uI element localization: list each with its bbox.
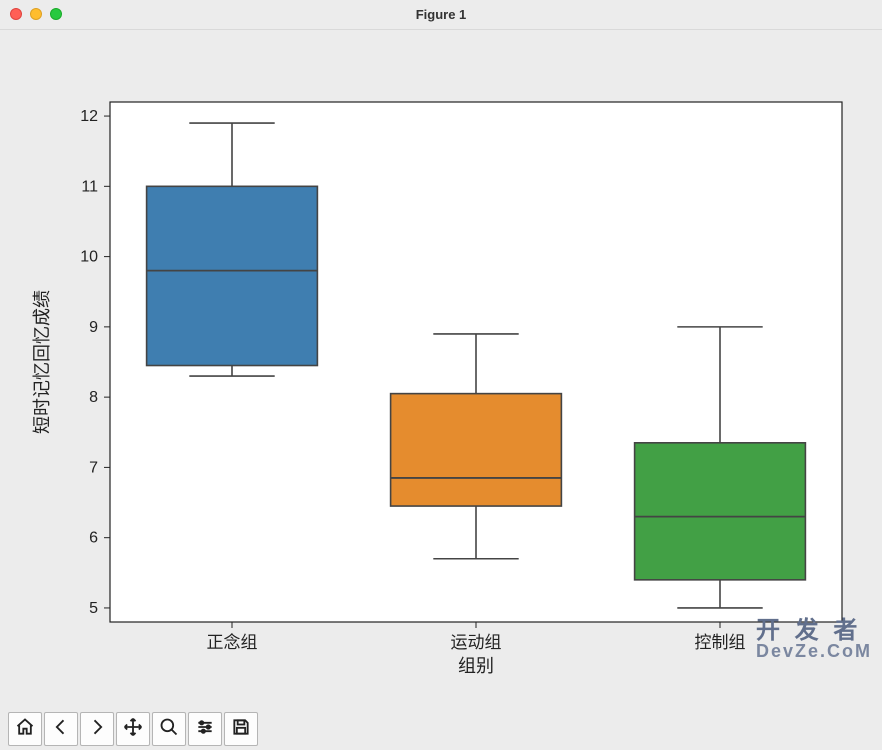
save-button[interactable] xyxy=(224,712,258,746)
forward-button[interactable] xyxy=(80,712,114,746)
box-0 xyxy=(147,186,318,365)
window-title: Figure 1 xyxy=(416,7,467,22)
y-tick-label: 11 xyxy=(81,178,98,195)
box-2 xyxy=(635,443,806,580)
zoom-button[interactable] xyxy=(152,712,186,746)
y-tick-label: 7 xyxy=(89,459,98,476)
save-icon xyxy=(231,717,251,742)
traffic-lights xyxy=(10,8,62,20)
titlebar: Figure 1 xyxy=(0,0,882,30)
x-tick-label: 控制组 xyxy=(695,633,746,652)
y-axis-label: 短时记忆回忆成绩 xyxy=(32,290,52,434)
minimize-button[interactable] xyxy=(30,8,42,20)
configure-button[interactable] xyxy=(188,712,222,746)
figure-area: 56789101112短时记忆回忆成绩正念组运动组控制组组别 开 发 者 Dev… xyxy=(0,30,882,708)
move-icon xyxy=(123,717,143,742)
window: Figure 1 56789101112短时记忆回忆成绩正念组运动组控制组组别 … xyxy=(0,0,882,750)
pan-button[interactable] xyxy=(116,712,150,746)
x-tick-label: 运动组 xyxy=(451,633,502,652)
back-button[interactable] xyxy=(44,712,78,746)
arrow-right-icon xyxy=(87,717,107,742)
maximize-button[interactable] xyxy=(50,8,62,20)
x-tick-label: 正念组 xyxy=(207,632,258,652)
y-tick-label: 10 xyxy=(80,249,98,266)
search-icon xyxy=(159,717,179,742)
y-tick-label: 6 xyxy=(89,530,98,547)
arrow-left-icon xyxy=(51,717,71,742)
boxplot-chart: 5 6 7 8 9 10 11 12 短时记忆回忆成绩正念组 运动组 控制组组别 xyxy=(0,30,882,708)
home-icon xyxy=(15,717,35,742)
box-1 xyxy=(391,394,562,506)
home-button[interactable] xyxy=(8,712,42,746)
y-tick-label: 8 xyxy=(89,389,98,406)
y-tick-label: 5 xyxy=(89,600,98,617)
close-button[interactable] xyxy=(10,8,22,20)
y-tick-label: 9 xyxy=(89,319,98,336)
toolbar xyxy=(0,708,882,750)
sliders-icon xyxy=(195,717,215,742)
x-axis-label: 组别 xyxy=(458,656,494,676)
y-tick-label: 12 xyxy=(80,108,98,125)
